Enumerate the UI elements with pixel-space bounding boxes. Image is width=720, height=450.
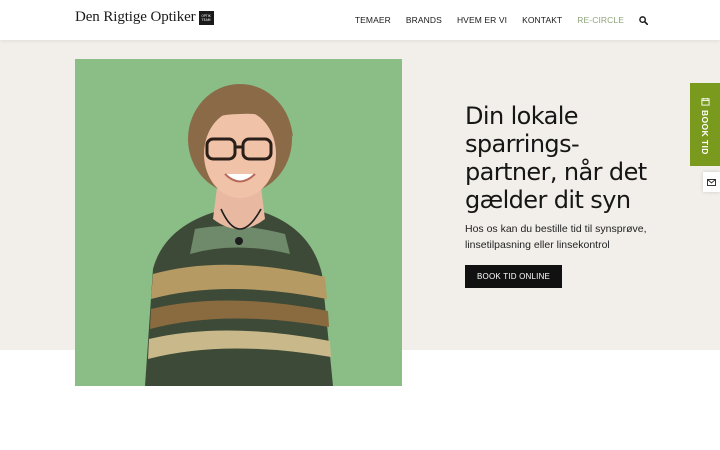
mail-icon <box>707 178 716 186</box>
side-book-tab[interactable]: BOOK TID <box>690 83 720 166</box>
nav-item-brands[interactable]: BRANDS <box>406 15 442 25</box>
search-button[interactable] <box>639 15 648 25</box>
hero-portrait-photo <box>75 59 402 386</box>
hero-title: Din lokale sparrings-partner, når det gæ… <box>465 102 647 214</box>
search-icon <box>639 15 648 25</box>
logo-badge: OPTIK TEAM <box>198 10 214 25</box>
side-mail-tab[interactable] <box>703 172 720 192</box>
calendar-icon <box>700 97 710 106</box>
site-logo[interactable]: Den Rigtige Optiker OPTIK TEAM <box>75 9 214 26</box>
book-online-button[interactable]: BOOK TID ONLINE <box>465 265 563 288</box>
logo-badge-line2: TEAM <box>201 17 211 22</box>
hero-content: Din lokale sparrings-partner, når det gæ… <box>465 102 665 288</box>
nav-item-temaer[interactable]: TEMAER <box>355 15 391 25</box>
nav-item-hvem-er-vi[interactable]: HVEM ER VI <box>457 15 507 25</box>
hero-subtitle: Hos os kan du bestille tid til synsprøve… <box>465 223 647 251</box>
nav-item-kontakt[interactable]: KONTAKT <box>522 15 562 25</box>
logo-text: Den Rigtige Optiker <box>75 9 196 25</box>
main-nav: TEMAER BRANDS HVEM ER VI KONTAKT RE-CIRC… <box>355 0 648 40</box>
site-header: Den Rigtige Optiker OPTIK TEAM TEMAER BR… <box>0 0 720 40</box>
side-book-label: BOOK TID <box>700 110 710 155</box>
nav-item-re-circle[interactable]: RE-CIRCLE <box>577 15 624 25</box>
portrait-illustration <box>75 59 402 386</box>
